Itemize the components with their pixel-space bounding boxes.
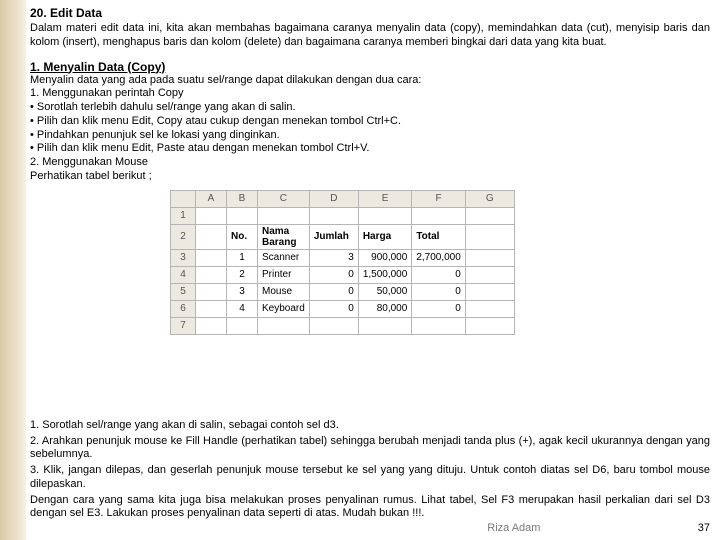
row-header: 4 <box>171 266 196 283</box>
cell: 80,000 <box>358 300 412 317</box>
text-line: • Pilih dan klik menu Edit, Copy atau cu… <box>30 115 710 129</box>
cell: 1,500,000 <box>358 266 412 283</box>
cell: Printer <box>258 266 310 283</box>
row-header: 5 <box>171 283 196 300</box>
table-header-cell: Jumlah <box>309 224 358 249</box>
text-line: 2. Arahkan penunjuk mouse ke Fill Handle… <box>30 435 710 463</box>
row-header: 3 <box>171 249 196 266</box>
cell: 4 <box>227 300 258 317</box>
subsection-title: 1. Menyalin Data (Copy) <box>30 60 710 74</box>
text-line: Perhatikan tabel berikut ; <box>30 170 710 184</box>
cell: 1 <box>227 249 258 266</box>
cell: 3 <box>227 283 258 300</box>
text-line: 1. Sorotlah sel/range yang akan di salin… <box>30 419 710 433</box>
text-line: Dengan cara yang sama kita juga bisa mel… <box>30 494 710 522</box>
cell: 2 <box>227 266 258 283</box>
col-header: E <box>358 190 412 207</box>
cell: 3 <box>309 249 358 266</box>
col-header: F <box>412 190 466 207</box>
row-header: 2 <box>171 224 196 249</box>
side-accent <box>0 0 26 540</box>
text-line: • Pilih dan klik menu Edit, Paste atau d… <box>30 142 710 156</box>
text-line: 3. Klik, jangan dilepas, dan geserlah pe… <box>30 464 710 492</box>
table-header-cell: Nama Barang <box>258 224 310 249</box>
text-line: 2. Menggunakan Mouse <box>30 156 710 170</box>
col-header: B <box>227 190 258 207</box>
table-row: 5 3 Mouse 0 50,000 0 <box>171 283 515 300</box>
footer-block: 1. Sorotlah sel/range yang akan di salin… <box>30 417 710 534</box>
cell: 900,000 <box>358 249 412 266</box>
table-row: 4 2 Printer 0 1,500,000 0 <box>171 266 515 283</box>
col-header: A <box>196 190 227 207</box>
table-header-cell: Harga <box>358 224 412 249</box>
col-header: G <box>465 190 514 207</box>
cell: 0 <box>412 283 466 300</box>
table-row: 6 4 Keyboard 0 80,000 0 <box>171 300 515 317</box>
text-line: Menyalin data yang ada pada suatu sel/ra… <box>30 74 710 88</box>
cell: Mouse <box>258 283 310 300</box>
cell: 0 <box>412 266 466 283</box>
col-header: D <box>309 190 358 207</box>
table-header-cell: Total <box>412 224 466 249</box>
cell: Keyboard <box>258 300 310 317</box>
page-number: 37 <box>698 522 710 534</box>
intro-paragraph: Dalam materi edit data ini, kita akan me… <box>30 22 710 50</box>
text-line: 1. Menggunakan perintah Copy <box>30 87 710 101</box>
text-line: • Pindahkan penunjuk sel ke lokasi yang … <box>30 129 710 143</box>
cell: 2,700,000 <box>412 249 466 266</box>
row-header: 1 <box>171 207 196 224</box>
row-header: 7 <box>171 317 196 334</box>
section-title: 20. Edit Data <box>30 6 710 20</box>
col-header: C <box>258 190 310 207</box>
table-row: 3 1 Scanner 3 900,000 2,700,000 <box>171 249 515 266</box>
table-header-cell: No. <box>227 224 258 249</box>
cell: Scanner <box>258 249 310 266</box>
copy-steps: Menyalin data yang ada pada suatu sel/ra… <box>30 74 710 184</box>
cell: 0 <box>309 266 358 283</box>
sheet-corner <box>171 190 196 207</box>
page-content: 20. Edit Data Dalam materi edit data ini… <box>30 6 710 343</box>
text-line: • Sorotlah terlebih dahulu sel/range yan… <box>30 101 710 115</box>
spreadsheet-table: A B C D E F G 1 2 No. Nama Barang Jumlah… <box>170 190 710 335</box>
cell: 0 <box>309 300 358 317</box>
row-header: 6 <box>171 300 196 317</box>
author-name: Riza Adam <box>487 522 540 534</box>
cell: 0 <box>412 300 466 317</box>
cell: 50,000 <box>358 283 412 300</box>
cell: 0 <box>309 283 358 300</box>
